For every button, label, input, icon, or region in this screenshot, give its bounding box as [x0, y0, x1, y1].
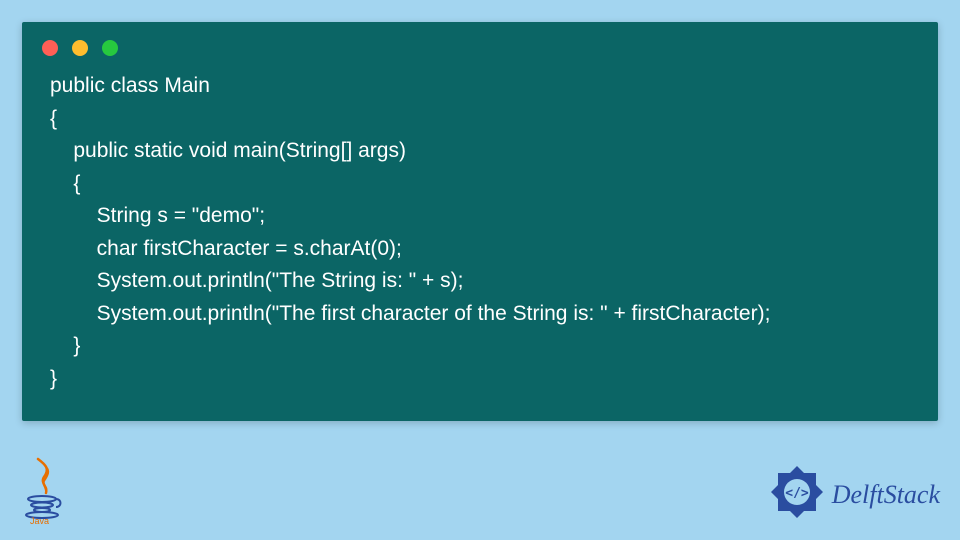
minimize-icon — [72, 40, 88, 56]
maximize-icon — [102, 40, 118, 56]
delftstack-label: DelftStack — [832, 480, 940, 510]
close-icon — [42, 40, 58, 56]
delftstack-brand: </> DelftStack — [768, 463, 940, 526]
footer: Java </> DelftStack — [0, 458, 960, 534]
code-window: public class Main { public static void m… — [22, 22, 938, 421]
java-label: Java — [30, 516, 49, 525]
svg-text:</>: </> — [785, 486, 809, 501]
delftstack-icon: </> — [768, 463, 826, 526]
java-logo-icon: Java — [20, 457, 68, 530]
code-block: public class Main { public static void m… — [22, 66, 938, 403]
window-titlebar — [22, 22, 938, 66]
